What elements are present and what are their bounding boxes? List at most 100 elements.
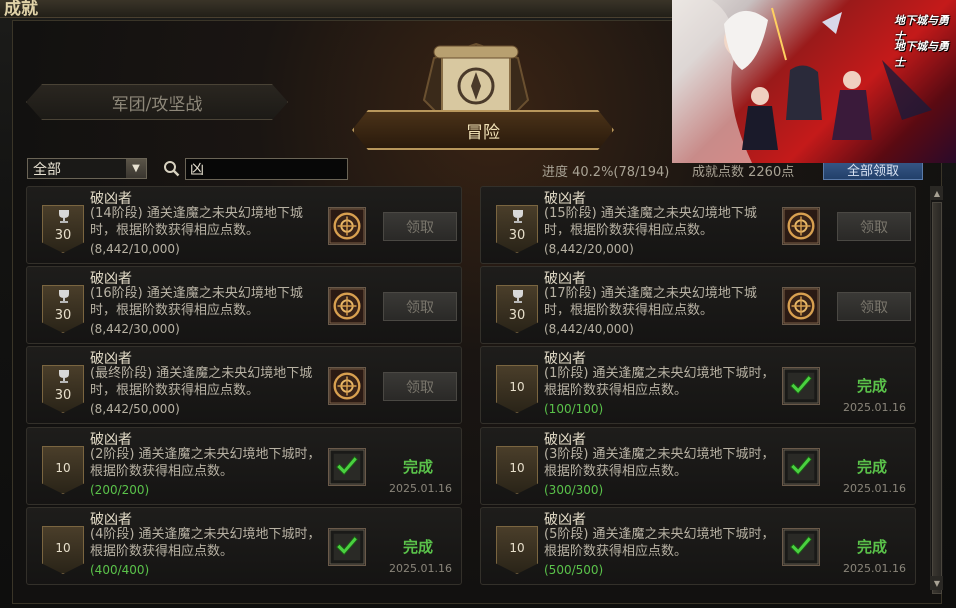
points-badge: 30 — [496, 285, 538, 333]
game-logo: 地下城与勇士 — [894, 40, 949, 69]
trophy-icon — [513, 290, 523, 303]
tab-label: 冒险 — [466, 122, 500, 143]
badge-points: 10 — [509, 380, 525, 394]
search-input[interactable] — [185, 158, 348, 180]
points-badge: 30 — [42, 285, 84, 333]
badge-points: 30 — [508, 308, 526, 323]
points-badge: 30 — [42, 205, 84, 253]
trophy-icon — [59, 370, 69, 383]
achievement-card: 30 破凶者 (14阶段) 通关逢魔之未央幻境地下城时，根据阶数获得相应点数。 (… — [26, 186, 462, 264]
achievement-progress: (8,442/40,000) — [544, 322, 634, 336]
badge-points: 10 — [55, 541, 71, 555]
points-badge: 10 — [496, 526, 538, 574]
emblem-reward-icon[interactable] — [328, 367, 366, 405]
achievement-progress: (300/300) — [544, 483, 604, 497]
emblem-reward-icon[interactable] — [328, 287, 366, 325]
achievement-description: (16阶段) 通关逢魔之未央幻境地下城时，根据阶数获得相应点数。 — [90, 286, 303, 318]
achievement-list: 30 破凶者 (14阶段) 通关逢魔之未央幻境地下城时，根据阶数获得相应点数。 (… — [26, 186, 928, 590]
points-badge: 10 — [42, 526, 84, 574]
completion-date: 2025.01.16 — [389, 562, 452, 575]
trophy-icon — [513, 210, 523, 223]
claim-button[interactable]: 领取 — [383, 372, 457, 401]
achievement-card: 10 破凶者 (2阶段) 通关逢魔之未央幻境地下城时，根据阶数获得相应点数。 (2… — [26, 427, 462, 505]
completion-date: 2025.01.16 — [389, 482, 452, 495]
scroll-up-icon[interactable]: ▲ — [931, 186, 943, 200]
achievement-description: (最终阶段) 通关逢魔之未央幻境地下城时，根据阶数获得相应点数。 — [90, 366, 313, 398]
category-select[interactable]: 全部 ▼ — [27, 158, 147, 179]
achievement-progress: (200/200) — [90, 483, 150, 497]
achievement-description: (14阶段) 通关逢魔之未央幻境地下城时，根据阶数获得相应点数。 — [90, 206, 303, 238]
achievement-description: (3阶段) 通关逢魔之未央幻境地下城时，根据阶数获得相应点数。 — [544, 447, 775, 479]
points-text: 成就点数 2260点 — [692, 165, 795, 180]
trophy-icon — [59, 290, 69, 303]
achievement-card: 10 破凶者 (4阶段) 通关逢魔之未央幻境地下城时，根据阶数获得相应点数。 (4… — [26, 507, 462, 585]
achievement-progress: (8,442/20,000) — [544, 242, 634, 256]
achievement-card: 30 破凶者 (17阶段) 通关逢魔之未央幻境地下城时，根据阶数获得相应点数。 (… — [480, 266, 916, 344]
badge-points: 30 — [54, 228, 72, 243]
achievement-card: 30 破凶者 (最终阶段) 通关逢魔之未央幻境地下城时，根据阶数获得相应点数。 (… — [26, 346, 462, 424]
promo-overlay-image: 地下城与勇士 地下城与勇士 — [672, 0, 956, 163]
claim-button[interactable]: 领取 — [837, 292, 911, 321]
emblem-reward-icon[interactable] — [782, 287, 820, 325]
tab-label: 军团/攻坚战 — [111, 94, 203, 115]
scroll-down-icon[interactable]: ▼ — [931, 576, 943, 590]
achievement-description: (1阶段) 通关逢魔之未央幻境地下城时，根据阶数获得相应点数。 — [544, 366, 775, 398]
achievement-card: 10 破凶者 (5阶段) 通关逢魔之未央幻境地下城时，根据阶数获得相应点数。 (5… — [480, 507, 916, 585]
achievement-progress: (8,442/30,000) — [90, 322, 180, 336]
trophy-icon — [59, 210, 69, 223]
achievement-progress: (8,442/10,000) — [90, 242, 180, 256]
claim-button[interactable]: 领取 — [837, 212, 911, 241]
achievement-progress: (100/100) — [544, 402, 604, 416]
achievement-description: (17阶段) 通关逢魔之未央幻境地下城时，根据阶数获得相应点数。 — [544, 286, 757, 318]
achievement-card: 10 破凶者 (3阶段) 通关逢魔之未央幻境地下城时，根据阶数获得相应点数。 (3… — [480, 427, 916, 505]
claim-button[interactable]: 领取 — [383, 292, 457, 321]
completed-status: 完成 — [857, 458, 888, 476]
achievement-window: 成就 军团/攻坚战 冒险 全部 ▼ 进度 40.2%(78/194) 成就点数 … — [0, 0, 956, 608]
points-badge: 30 — [496, 205, 538, 253]
achievement-description: (5阶段) 通关逢魔之未央幻境地下城时，根据阶数获得相应点数。 — [544, 527, 775, 559]
claim-button[interactable]: 领取 — [383, 212, 457, 241]
emblem-reward-icon[interactable] — [328, 207, 366, 245]
badge-points: 30 — [54, 388, 72, 403]
achievement-progress: (500/500) — [544, 563, 604, 577]
badge-points: 10 — [509, 461, 525, 475]
tab-adventure[interactable]: 冒险 — [352, 110, 614, 150]
achievement-progress: (8,442/50,000) — [90, 402, 180, 416]
scroll-thumb[interactable] — [932, 202, 942, 594]
checkmark-reward-icon[interactable] — [782, 448, 820, 486]
emblem-reward-icon[interactable] — [782, 207, 820, 245]
progress-text: 进度 40.2%(78/194) — [542, 165, 670, 180]
completed-status: 完成 — [403, 538, 434, 556]
badge-points: 30 — [508, 228, 526, 243]
completed-status: 完成 — [857, 377, 888, 395]
completion-date: 2025.01.16 — [843, 482, 906, 495]
tab-legion-siege[interactable]: 军团/攻坚战 — [26, 84, 288, 120]
badge-points: 30 — [54, 308, 72, 323]
achievement-description: (2阶段) 通关逢魔之未央幻境地下城时，根据阶数获得相应点数。 — [90, 447, 321, 479]
achievement-card: 10 破凶者 (1阶段) 通关逢魔之未央幻境地下城时，根据阶数获得相应点数。 (1… — [480, 346, 916, 424]
chevron-down-icon[interactable]: ▼ — [126, 159, 146, 178]
achievement-card: 30 破凶者 (15阶段) 通关逢魔之未央幻境地下城时，根据阶数获得相应点数。 (… — [480, 186, 916, 264]
completion-date: 2025.01.16 — [843, 562, 906, 575]
achievement-description: (15阶段) 通关逢魔之未央幻境地下城时，根据阶数获得相应点数。 — [544, 206, 757, 238]
window-title: 成就 — [4, 0, 38, 19]
points-badge: 10 — [496, 365, 538, 413]
completion-date: 2025.01.16 — [843, 401, 906, 414]
achievement-description: (4阶段) 通关逢魔之未央幻境地下城时，根据阶数获得相应点数。 — [90, 527, 321, 559]
completed-status: 完成 — [857, 538, 888, 556]
checkmark-reward-icon[interactable] — [782, 528, 820, 566]
achievement-card: 30 破凶者 (16阶段) 通关逢魔之未央幻境地下城时，根据阶数获得相应点数。 (… — [26, 266, 462, 344]
badge-points: 10 — [509, 541, 525, 555]
completed-status: 完成 — [403, 458, 434, 476]
achievement-progress: (400/400) — [90, 563, 150, 577]
badge-points: 10 — [55, 461, 71, 475]
search-icon[interactable] — [163, 160, 180, 177]
checkmark-reward-icon[interactable] — [328, 528, 366, 566]
checkmark-reward-icon[interactable] — [782, 367, 820, 405]
points-badge: 10 — [496, 446, 538, 494]
scrollbar[interactable]: ▲ ▼ — [930, 186, 943, 594]
category-select-value: 全部 — [33, 161, 61, 178]
points-badge: 30 — [42, 365, 84, 413]
checkmark-reward-icon[interactable] — [328, 448, 366, 486]
points-badge: 10 — [42, 446, 84, 494]
